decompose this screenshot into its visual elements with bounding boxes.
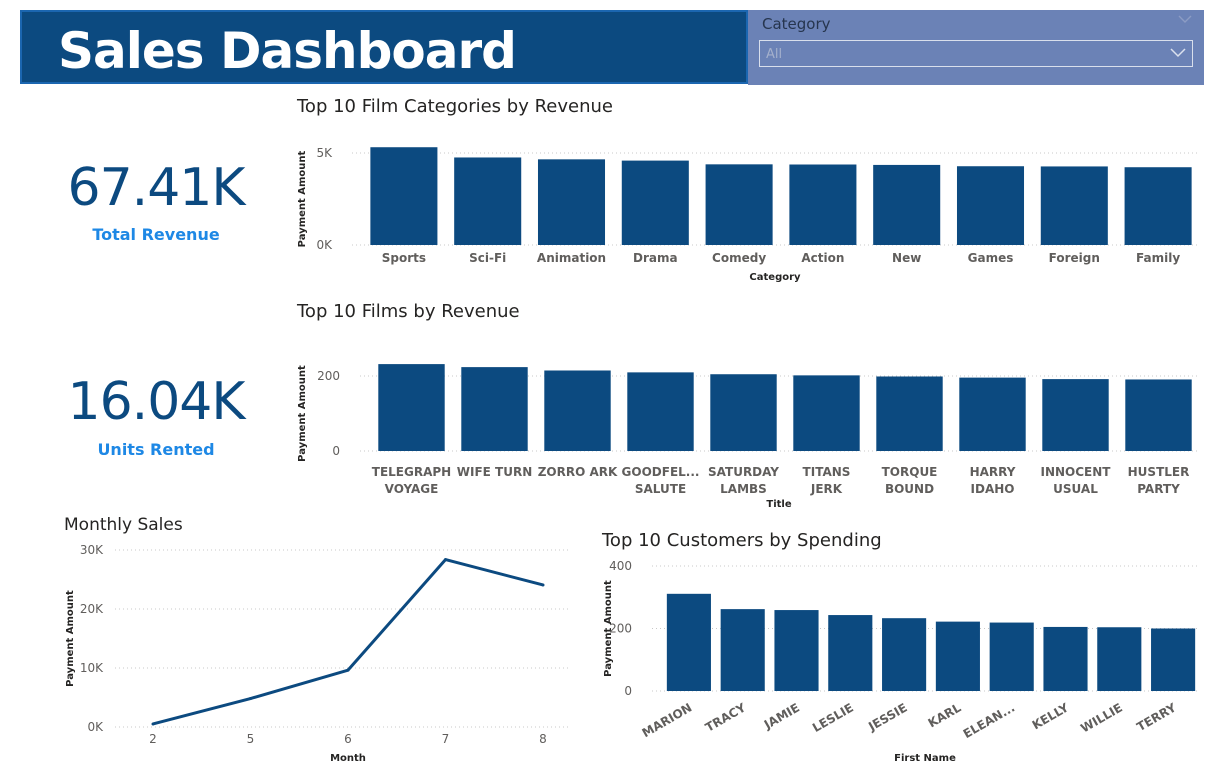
- x-tick-label: ELEAN...: [961, 700, 1017, 741]
- bar: [1097, 627, 1142, 691]
- y-axis-title: Payment Amount: [603, 580, 614, 677]
- x-tick-label: TERRY: [1134, 700, 1178, 734]
- bar: [1151, 628, 1196, 691]
- x-tick-label: KARL: [926, 700, 964, 730]
- x-tick-label: JAMIE: [761, 700, 802, 732]
- x-tick-label: WILLIE: [1078, 700, 1125, 735]
- bar: [828, 615, 873, 691]
- x-tick-label: TRACY: [703, 700, 749, 734]
- bar: [666, 593, 711, 691]
- x-tick-label: JESSIE: [865, 700, 909, 734]
- customers-bar-chart: 0200400Payment AmountMARION TRACY JAMIE LES…: [603, 559, 1200, 764]
- bar: [720, 609, 765, 691]
- bar: [935, 621, 980, 691]
- bar: [989, 622, 1034, 691]
- y-tick-label: 0: [624, 684, 632, 698]
- x-tick-label: MARION: [640, 700, 695, 740]
- bar: [882, 618, 927, 691]
- y-tick-label: 400: [609, 559, 632, 573]
- bar: [1043, 626, 1088, 691]
- x-tick-label: LESLIE: [810, 700, 856, 735]
- x-axis-title: First Name: [894, 753, 956, 764]
- x-tick-label: KELLY: [1030, 700, 1072, 732]
- bar: [774, 610, 819, 691]
